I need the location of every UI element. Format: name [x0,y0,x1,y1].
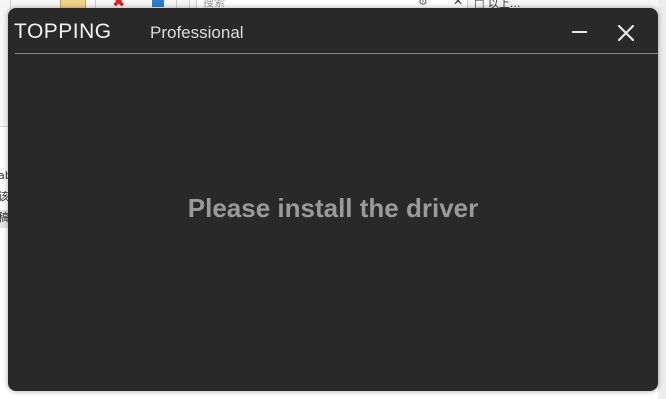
close-icon [617,24,635,42]
background-scrollbar[interactable] [658,0,666,399]
background-blue-icon[interactable] [152,0,164,7]
minimize-button[interactable] [566,20,592,44]
minimize-icon [572,31,587,33]
brand-logo: TOPPING [14,20,112,43]
brand-subtitle: Professional [150,23,244,42]
title-divider [15,53,658,54]
close-button[interactable] [612,19,640,45]
title-bar[interactable]: TOPPING Professional [8,8,658,53]
desktop: ✖ 搜索 ⚙ ✕ □ 以上... ab 该 稿 TOPPING Professi… [0,0,666,399]
driver-message: Please install the driver [187,193,479,223]
background-close-icon[interactable]: ✕ [453,0,463,8]
topping-window: TOPPING Professional Please install the … [8,8,658,391]
background-gear-icon[interactable]: ⚙ [418,0,428,8]
